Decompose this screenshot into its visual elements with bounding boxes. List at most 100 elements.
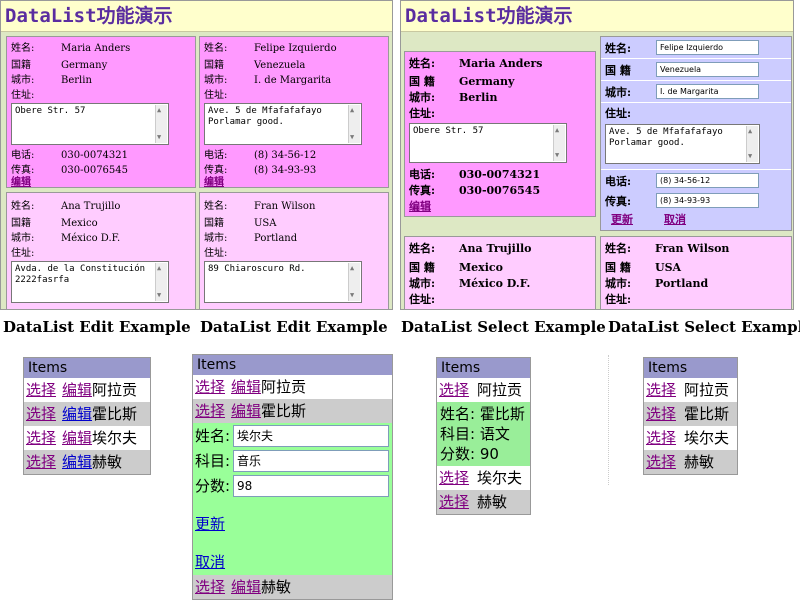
list-item: 选择 编辑赫敏 bbox=[193, 575, 392, 599]
field-city: 城市: México D.F. bbox=[409, 277, 531, 290]
select-link[interactable]: 选择 bbox=[439, 381, 469, 399]
example-caption: DataList Select Example bbox=[401, 318, 606, 336]
row-divider bbox=[601, 169, 791, 170]
item-name: 阿拉贡 bbox=[684, 381, 730, 399]
item-name: 阿拉贡 bbox=[92, 381, 138, 399]
textarea-scrollbar[interactable] bbox=[155, 263, 167, 301]
list-item: 选择 编辑阿拉贡 bbox=[24, 378, 150, 402]
example-caption: DataList Edit Example bbox=[3, 318, 191, 336]
select-link[interactable]: 选择 bbox=[439, 469, 469, 487]
update-link[interactable]: 更新 bbox=[195, 513, 225, 534]
list-header: Items bbox=[437, 358, 530, 378]
edit-link[interactable]: 编辑 bbox=[11, 175, 31, 190]
item-name: 赫敏 bbox=[261, 578, 292, 596]
field-address: 住址: bbox=[204, 90, 228, 101]
select-link[interactable]: 选择 bbox=[26, 381, 56, 399]
edit-link[interactable]: 编辑 bbox=[231, 578, 261, 596]
field-country: 国籍 Germany bbox=[11, 60, 108, 71]
cancel-link[interactable]: 取消 bbox=[195, 551, 225, 572]
edit-link[interactable]: 编辑 bbox=[231, 402, 261, 420]
update-link[interactable]: 更新 bbox=[611, 212, 633, 227]
item-name: 霍比斯 bbox=[684, 405, 730, 423]
list-header: Items bbox=[644, 358, 737, 378]
field-city: 城市: México D.F. bbox=[11, 233, 121, 244]
address-textarea[interactable]: Ave. 5 de Mfafafafayo Porlamar good. bbox=[204, 103, 362, 145]
field-country: 国 籍 Germany bbox=[409, 75, 515, 88]
textarea-scrollbar[interactable] bbox=[348, 263, 360, 301]
right-panel: DataList功能演示 姓名: Maria Anders 国 籍 Germany … bbox=[400, 0, 794, 310]
address-textarea[interactable]: Obere Str. 57 bbox=[11, 103, 169, 145]
phone-input[interactable]: (8) 34-56-12 bbox=[656, 173, 759, 188]
edit-link[interactable]: 编辑 bbox=[204, 175, 224, 190]
item-name: 阿拉贡 bbox=[261, 378, 307, 396]
selected-score: 分数: 90 bbox=[440, 445, 499, 463]
list-item: 选择 编辑赫敏 bbox=[24, 450, 150, 474]
field-country: 国 籍 USA bbox=[605, 261, 682, 274]
item-name: 赫敏 bbox=[477, 493, 508, 511]
address-textarea[interactable]: 89 Chiaroscuro Rd. bbox=[204, 261, 362, 303]
select-link[interactable]: 选择 bbox=[195, 402, 225, 420]
list-item: 选择 霍比斯 bbox=[644, 402, 737, 426]
address-textarea[interactable]: Ave. 5 de Mfafafafayo Porlamar good. bbox=[605, 124, 760, 164]
select-link[interactable]: 选择 bbox=[646, 429, 676, 447]
field-address: 住址: bbox=[11, 90, 35, 101]
address-textarea[interactable]: Obere Str. 57 bbox=[409, 123, 567, 163]
edit-link[interactable]: 编辑 bbox=[62, 381, 92, 399]
customer-card: 姓名: Ana Trujillo 国 籍 Mexico 城市: México D.F.… bbox=[404, 236, 596, 309]
edit-link[interactable]: 编辑 bbox=[409, 199, 431, 214]
field-country: 国籍 Venezuela bbox=[204, 60, 306, 71]
field-fax: 传真: 030-0076545 bbox=[409, 184, 541, 197]
select-link[interactable]: 选择 bbox=[26, 453, 56, 471]
list-item: 选择 编辑埃尔夫 bbox=[24, 426, 150, 450]
field-city: 城市: Portland bbox=[605, 277, 709, 290]
country-input[interactable]: Venezuela bbox=[656, 62, 759, 77]
items-list: Items 选择 编辑阿拉贡 选择 编辑霍比斯 选择 编辑埃尔夫 选择 编辑赫敏 bbox=[23, 357, 151, 475]
edit-link[interactable]: 编辑 bbox=[62, 429, 92, 447]
field-country: 国籍 USA bbox=[204, 218, 277, 229]
textarea-scrollbar[interactable] bbox=[348, 105, 360, 143]
field-name: 姓名: Ana Trujillo bbox=[11, 201, 121, 212]
field-address: 住址: bbox=[409, 293, 436, 306]
address-textarea[interactable]: Avda. de la Constitución 2222fasrfa bbox=[11, 261, 169, 303]
select-link[interactable]: 选择 bbox=[646, 381, 676, 399]
subject-input[interactable]: 音乐 bbox=[233, 450, 389, 472]
selected-name: 姓名: 霍比斯 bbox=[440, 405, 525, 423]
select-link[interactable]: 选择 bbox=[195, 578, 225, 596]
field-city: 城市: Berlin bbox=[11, 75, 92, 86]
field-name-label: 姓名: bbox=[605, 42, 632, 55]
select-link[interactable]: 选择 bbox=[646, 405, 676, 423]
textarea-scrollbar[interactable] bbox=[155, 105, 167, 143]
score-input[interactable]: 98 bbox=[233, 475, 389, 497]
field-phone: 电话: 030-0074321 bbox=[409, 168, 541, 181]
list-item: 选择 阿拉贡 bbox=[644, 378, 737, 402]
select-link[interactable]: 选择 bbox=[195, 378, 225, 396]
list-item: 选择 赫敏 bbox=[437, 490, 530, 514]
cancel-link[interactable]: 取消 bbox=[664, 212, 686, 227]
select-link[interactable]: 选择 bbox=[26, 405, 56, 423]
list-item: 选择 赫敏 bbox=[644, 450, 737, 474]
field-city: 城市: Portland bbox=[204, 233, 298, 244]
name-input[interactable]: 埃尔夫 bbox=[233, 425, 389, 447]
textarea-scrollbar[interactable] bbox=[746, 126, 758, 162]
field-city-label: 城市: bbox=[605, 86, 632, 99]
field-name: 姓名: Fran Wilson bbox=[605, 242, 730, 255]
select-link[interactable]: 选择 bbox=[26, 429, 56, 447]
select-link[interactable]: 选择 bbox=[646, 453, 676, 471]
list-item: 选择 埃尔夫 bbox=[437, 466, 530, 490]
edit-link[interactable]: 编辑 bbox=[62, 405, 92, 423]
edit-link[interactable]: 编辑 bbox=[231, 378, 261, 396]
select-link[interactable]: 选择 bbox=[439, 493, 469, 511]
edit-link[interactable]: 编辑 bbox=[62, 453, 92, 471]
list-item: 选择 编辑霍比斯 bbox=[24, 402, 150, 426]
item-name: 赫敏 bbox=[684, 453, 715, 471]
name-input[interactable]: Felipe Izquierdo bbox=[656, 40, 759, 55]
item-name: 埃尔夫 bbox=[477, 469, 523, 487]
example-caption: DataList Edit Example bbox=[200, 318, 388, 336]
city-input[interactable]: I. de Margarita bbox=[656, 84, 759, 99]
textarea-scrollbar[interactable] bbox=[553, 125, 565, 161]
field-name: 姓名: Maria Anders bbox=[11, 43, 131, 54]
field-phone-label: 电话: bbox=[605, 175, 632, 188]
fax-input[interactable]: (8) 34-93-93 bbox=[656, 193, 759, 208]
item-name: 埃尔夫 bbox=[92, 429, 138, 447]
items-list: Items 选择 阿拉贡 选择 霍比斯 选择 埃尔夫 选择 赫敏 bbox=[643, 357, 738, 475]
